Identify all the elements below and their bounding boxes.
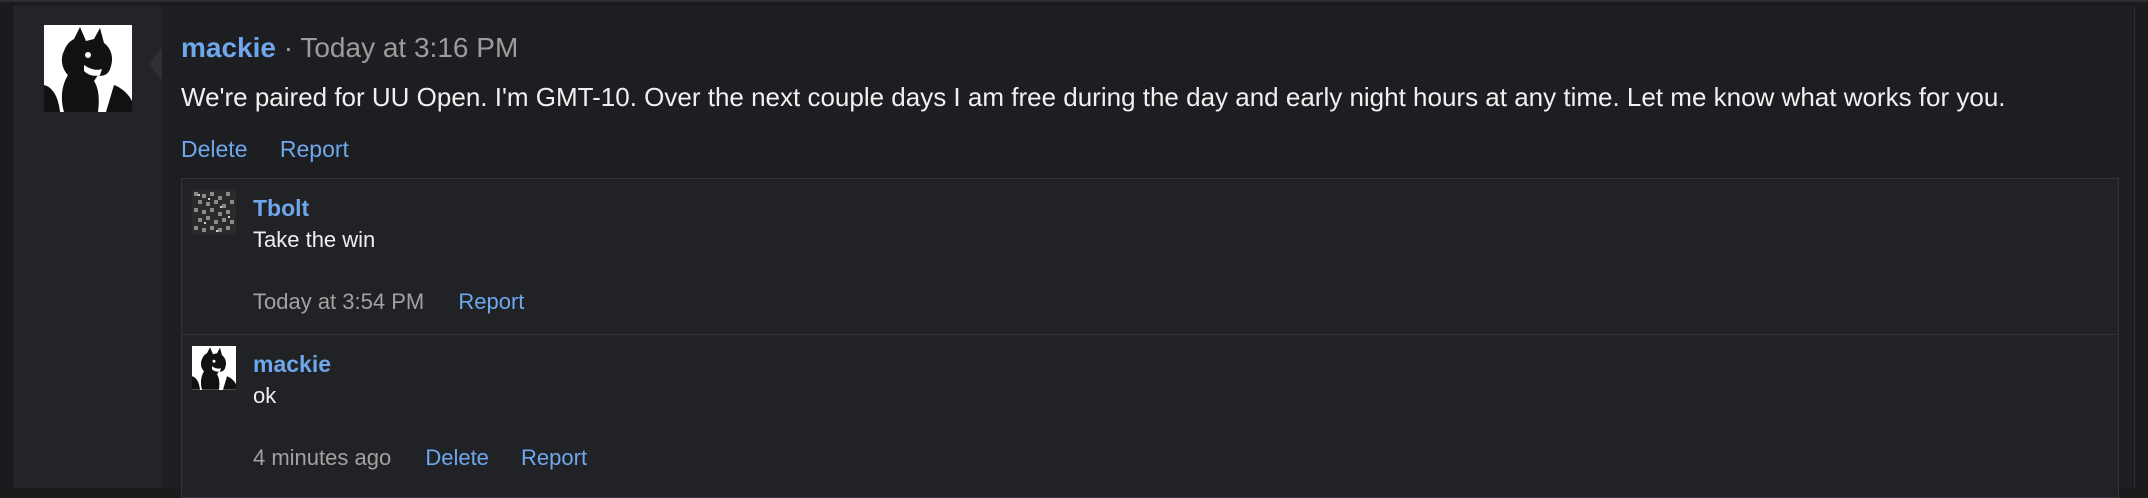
post: mackie · Today at 3:16 PM We're paired f… — [148, 6, 2135, 498]
avatar[interactable] — [192, 346, 236, 390]
delete-button[interactable]: Delete — [425, 445, 489, 470]
report-button[interactable]: Report — [458, 289, 524, 314]
report-button[interactable]: Report — [280, 136, 349, 162]
comment-thread: mackie · Today at 3:16 PM We're paired f… — [0, 0, 2148, 498]
post-header: mackie · Today at 3:16 PM — [181, 32, 518, 64]
reply-item: mackie ok 4 minutes ago Delete Report — [182, 334, 2118, 490]
post-timestamp[interactable]: Today at 3:16 PM — [300, 32, 518, 63]
dog-avatar-icon — [44, 25, 132, 112]
post-actions: Delete Report — [181, 136, 375, 163]
pattern-avatar-icon — [192, 190, 236, 234]
dog-avatar-icon — [192, 346, 236, 390]
report-button[interactable]: Report — [521, 445, 587, 470]
speech-pointer — [148, 48, 162, 80]
reply-text: ok — [253, 383, 277, 408]
reply-timestamp[interactable]: 4 minutes ago — [253, 445, 391, 470]
reply-meta: Today at 3:54 PM Report — [253, 289, 550, 315]
reply-author-link[interactable]: mackie — [253, 351, 331, 378]
avatar[interactable] — [44, 25, 132, 112]
post-body: We're paired for UU Open. I'm GMT-10. Ov… — [181, 82, 2006, 112]
reply-item: Tbolt Take the win Today at 3:54 PM Repo… — [182, 179, 2118, 334]
header-separator: · — [283, 32, 294, 63]
replies-list: Tbolt Take the win Today at 3:54 PM Repo… — [181, 178, 2119, 498]
reply-timestamp[interactable]: Today at 3:54 PM — [253, 289, 424, 314]
reply-meta: 4 minutes ago Delete Report — [253, 445, 613, 471]
author-link[interactable]: mackie — [181, 32, 276, 63]
reply-author-link[interactable]: Tbolt — [253, 195, 309, 222]
avatar[interactable] — [192, 190, 236, 234]
delete-button[interactable]: Delete — [181, 136, 247, 162]
reply-text: Take the win — [253, 227, 376, 252]
